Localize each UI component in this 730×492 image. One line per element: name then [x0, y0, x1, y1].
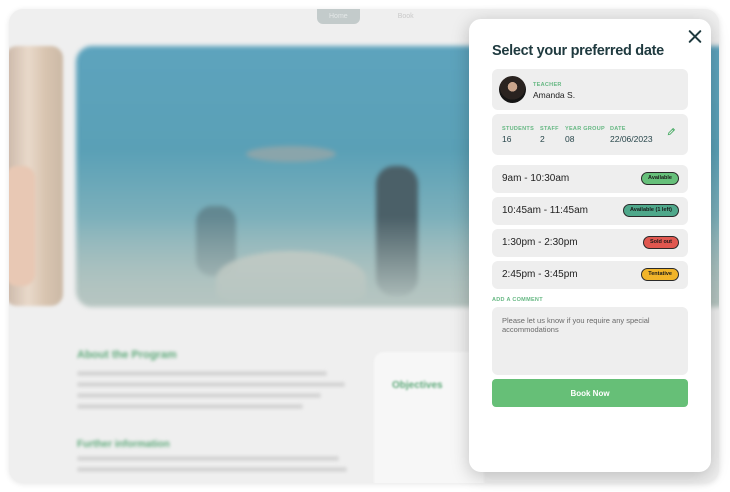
status-badge: Tentative	[641, 268, 679, 281]
status-badge: Sold out	[643, 236, 679, 249]
about-text-lines	[77, 371, 352, 415]
background-tab-book: Book	[397, 13, 414, 20]
further-text-lines	[77, 456, 352, 478]
stat-staff: STAFF 2	[540, 126, 559, 144]
further-info-title: Further information	[77, 439, 170, 450]
status-badge: Available	[641, 172, 679, 185]
close-icon[interactable]	[687, 29, 703, 45]
stat-students-value: 16	[502, 134, 512, 144]
stat-year-group: YEAR GROUP 08	[565, 126, 605, 144]
avatar	[499, 76, 526, 103]
time-slot[interactable]: 2:45pm - 3:45pm Tentative	[492, 261, 688, 289]
stat-date: DATE 22/06/2023	[610, 126, 653, 144]
stat-year-group-label: YEAR GROUP	[565, 126, 605, 132]
comment-field[interactable]	[492, 307, 688, 375]
background-side-image	[9, 46, 63, 306]
booking-stats-card: STUDENTS 16 STAFF 2 YEAR GROUP 08 DATE 2…	[492, 114, 688, 155]
slot-time: 9am - 10:30am	[502, 173, 570, 184]
stat-year-group-value: 08	[565, 134, 575, 144]
objectives-title: Objectives	[392, 380, 443, 391]
background-tabs: Home Book	[317, 9, 426, 24]
time-slot[interactable]: 1:30pm - 2:30pm Sold out	[492, 229, 688, 257]
stat-date-label: DATE	[610, 126, 626, 132]
time-slot[interactable]: 10:45am - 11:45am Available (1 left)	[492, 197, 688, 225]
stat-students-label: STUDENTS	[502, 126, 535, 132]
slot-time: 2:45pm - 3:45pm	[502, 269, 578, 280]
teacher-name: Amanda S.	[533, 90, 576, 100]
slot-time: 10:45am - 11:45am	[502, 205, 588, 216]
about-title: About the Program	[77, 349, 177, 361]
stat-date-value: 22/06/2023	[610, 134, 653, 144]
teacher-card: TEACHER Amanda S.	[492, 69, 688, 110]
stat-staff-label: STAFF	[540, 126, 559, 132]
slot-time: 1:30pm - 2:30pm	[502, 237, 578, 248]
date-picker-modal: Select your preferred date TEACHER Amand…	[469, 19, 711, 472]
stat-students: STUDENTS 16	[502, 126, 534, 144]
time-slot[interactable]: 9am - 10:30am Available	[492, 165, 688, 193]
status-badge: Available (1 left)	[623, 204, 679, 217]
background-tab-home: Home	[317, 9, 360, 24]
comment-label: ADD A COMMENT	[492, 297, 543, 303]
pencil-icon[interactable]	[667, 127, 676, 136]
book-now-button[interactable]: Book Now	[492, 379, 688, 407]
objectives-card: Objectives	[374, 352, 484, 483]
teacher-label: TEACHER	[533, 82, 562, 88]
stat-staff-value: 2	[540, 134, 545, 144]
modal-title: Select your preferred date	[492, 43, 664, 59]
